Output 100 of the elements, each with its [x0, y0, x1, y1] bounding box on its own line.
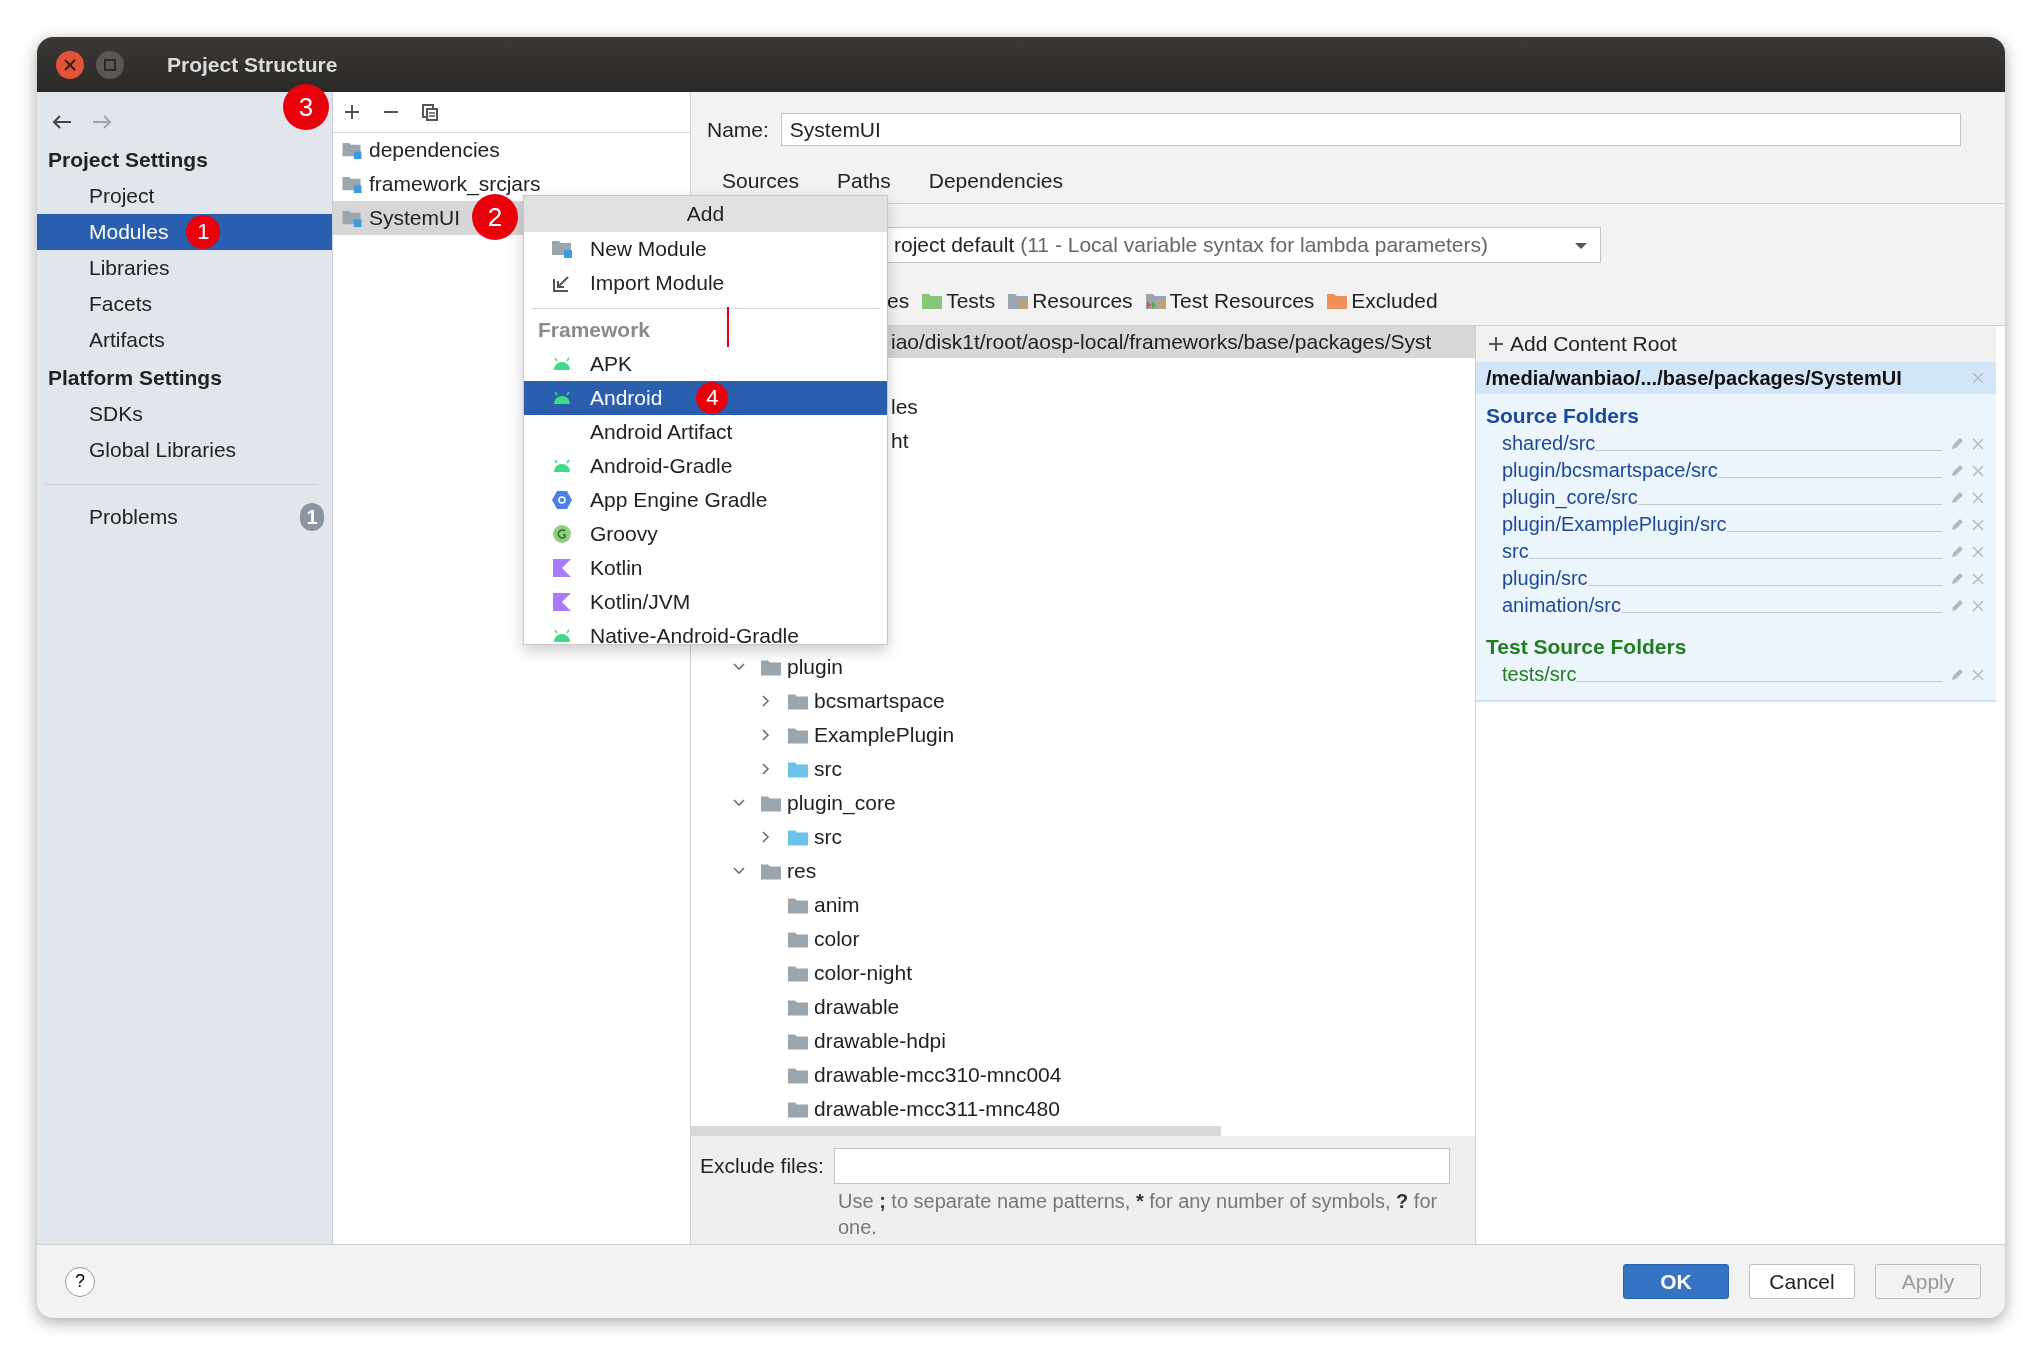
module-item[interactable]: dependencies — [333, 133, 690, 167]
groovy-icon — [551, 524, 573, 544]
sidebar-item[interactable]: Project — [37, 178, 332, 214]
module-name: framework_srcjars — [369, 172, 541, 196]
sidebar-item[interactable]: Artifacts — [37, 322, 332, 358]
dialog-button[interactable]: Cancel — [1749, 1264, 1855, 1299]
folder-name[interactable]: drawable — [814, 995, 900, 1019]
mark-as-option[interactable]: Excluded — [1351, 289, 1438, 313]
folder-name[interactable]: ExamplePlugin — [814, 723, 955, 747]
folder-path: src — [1502, 540, 1529, 563]
folder-name[interactable]: src — [814, 825, 842, 849]
menu-item[interactable]: Android-Gradle — [524, 449, 887, 483]
name-field[interactable]: SystemUI — [780, 113, 1961, 146]
folder-name[interactable]: color-night — [814, 961, 913, 985]
pencil-icon[interactable] — [1950, 436, 1964, 451]
folder-name[interactable]: anim — [814, 893, 860, 917]
module-name: dependencies — [369, 138, 500, 162]
menu-group-header: Framework — [538, 318, 651, 342]
folder-group-title: Source Folders — [1485, 403, 1640, 429]
close-icon[interactable] — [55, 49, 85, 80]
help-button[interactable]: ? — [65, 1266, 95, 1297]
tab[interactable]: Paths — [837, 169, 891, 193]
menu-item[interactable]: Android 4 — [524, 381, 887, 415]
hexagon-icon — [551, 490, 573, 510]
dialog-button[interactable]: OK — [1623, 1264, 1729, 1299]
number-badge: 1 — [186, 215, 221, 249]
number-badge: 4 — [696, 382, 729, 414]
hint-text: Use ; to separate name patterns, * for any number of symbols, ? for one. — [837, 1189, 1439, 1240]
folder-path: plugin/bcsmartspace/src — [1502, 459, 1718, 482]
module-icon — [551, 239, 573, 259]
folder-path: plugin/src — [1502, 567, 1588, 590]
folder-name[interactable]: drawable-mcc310-mnc004 — [814, 1063, 1062, 1087]
folder-path: tests/src — [1502, 663, 1577, 686]
menu-item[interactable]: Kotlin/JVM — [524, 585, 887, 619]
folder-path: plugin/ExamplePlugin/src — [1502, 513, 1727, 536]
menu-item[interactable]: Android Artifact — [524, 415, 887, 449]
pencil-icon[interactable] — [1950, 490, 1964, 505]
kotlin-icon — [551, 558, 573, 578]
folder-path: shared/src — [1502, 432, 1596, 455]
pencil-icon[interactable] — [1950, 463, 1964, 478]
module-icon — [341, 140, 363, 160]
folder-name[interactable]: plugin_core — [787, 791, 896, 815]
menu-item[interactable]: Import Module — [524, 266, 887, 300]
add-icon[interactable] — [343, 103, 361, 121]
tab[interactable]: Dependencies — [928, 169, 1063, 193]
add-icon[interactable] — [1488, 336, 1504, 352]
section-title: Platform Settings — [47, 365, 223, 391]
mark-as-option[interactable]: es — [887, 289, 910, 313]
content-root-path: /media/wanbiao/.../base/packages/SystemUI — [1486, 366, 1902, 390]
folder-path: animation/src — [1502, 594, 1621, 617]
menu-item[interactable]: Groovy — [524, 517, 887, 551]
sidebar-item[interactable]: Problems — [89, 505, 178, 529]
sidebar-item[interactable]: Libraries — [37, 250, 332, 286]
folder-path: plugin_core/src — [1502, 486, 1638, 509]
cursor-line — [727, 307, 729, 347]
folder-icon — [1326, 292, 1349, 310]
pencil-icon[interactable] — [1950, 667, 1964, 682]
folder-name[interactable]: les — [891, 395, 918, 419]
folder-name[interactable]: res — [787, 859, 817, 883]
pencil-icon[interactable] — [1950, 571, 1964, 586]
sidebar-item[interactable]: Global Libraries — [37, 432, 332, 468]
window-title: Project Structure — [167, 52, 338, 77]
folder-name[interactable]: ht — [891, 429, 909, 453]
mark-as-option[interactable]: Tests — [946, 289, 996, 313]
maximize-icon[interactable] — [95, 49, 125, 80]
kotlin-icon — [551, 592, 573, 612]
mark-as-option[interactable]: Test Resources — [1169, 289, 1315, 313]
pencil-icon[interactable] — [1950, 517, 1964, 532]
scrollbar[interactable] — [691, 1126, 1221, 1136]
resource-folder-icon — [1144, 292, 1167, 310]
module-icon — [341, 208, 363, 228]
module-icon — [341, 174, 363, 194]
folder-name[interactable]: drawable-mcc311-mnc480 — [814, 1097, 1060, 1121]
tab[interactable]: Sources — [722, 169, 800, 193]
module-name: SystemUI — [369, 206, 460, 230]
folder-name[interactable]: color — [814, 927, 860, 951]
menu-item[interactable]: Kotlin — [524, 551, 887, 585]
folder-name[interactable]: drawable-hdpi — [814, 1029, 946, 1053]
menu-title: Add — [524, 196, 887, 232]
mark-as-option[interactable]: Resources — [1032, 289, 1133, 313]
copy-icon[interactable] — [421, 103, 439, 121]
folder-group-title: Test Source Folders — [1485, 634, 1688, 660]
section-title: Project Settings — [47, 147, 209, 173]
menu-item[interactable]: App Engine Gradle — [524, 483, 887, 517]
resource-folder-icon — [1007, 292, 1030, 310]
sidebar-item[interactable]: Facets — [37, 286, 332, 322]
pencil-icon[interactable] — [1950, 598, 1964, 613]
caret-icon — [1574, 242, 1588, 250]
folder-name[interactable]: bcsmartspace — [814, 689, 945, 713]
count-badge: 1 — [300, 503, 324, 531]
exclude-files-field[interactable] — [833, 1148, 1450, 1184]
sidebar-item[interactable]: Modules 1 — [37, 214, 332, 250]
exclude-files-label: Exclude files: — [700, 1154, 824, 1178]
sidebar-item[interactable]: SDKs — [37, 396, 332, 432]
menu-item[interactable]: Native-Android-Gradle — [524, 619, 887, 653]
folder-name[interactable]: src — [814, 757, 842, 781]
back-arrow-icon[interactable] — [51, 114, 73, 130]
pencil-icon[interactable] — [1950, 544, 1964, 559]
folder-name[interactable]: plugin — [787, 655, 844, 679]
name-label: Name: — [707, 117, 769, 142]
